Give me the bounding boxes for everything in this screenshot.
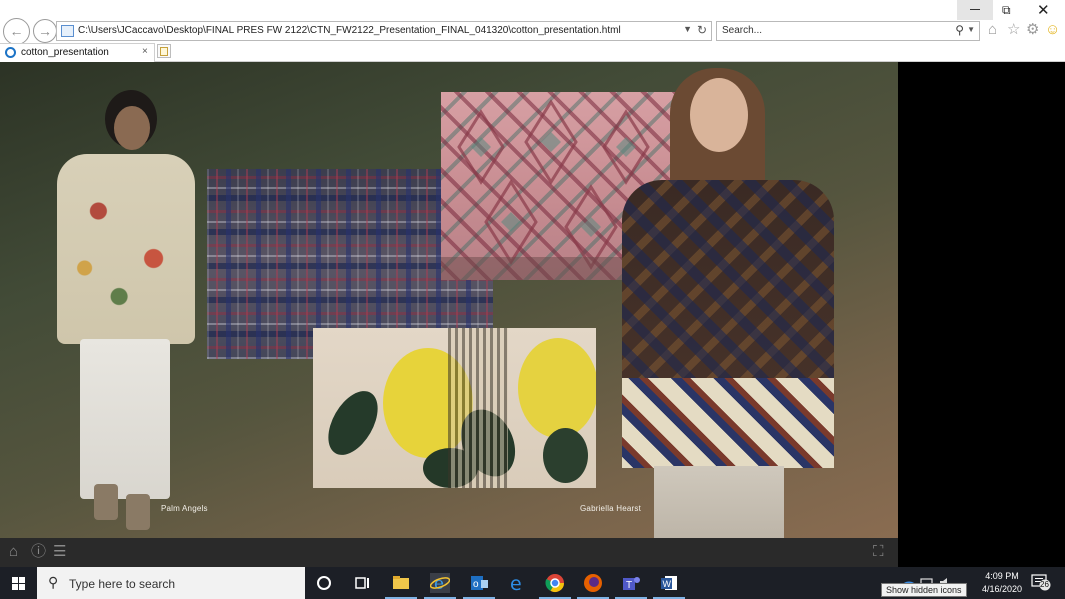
right-boot — [126, 494, 150, 530]
left-boot — [94, 484, 118, 520]
chrome-icon[interactable] — [539, 573, 571, 599]
cortana-icon[interactable] — [314, 573, 334, 593]
search-box[interactable]: Search... ⚲ ▼ — [716, 21, 980, 41]
home-icon[interactable]: ⌂ — [988, 21, 997, 39]
arrow-left-icon: ← — [9, 23, 24, 39]
feedback-smiley-icon[interactable]: ☺ — [1045, 21, 1060, 39]
svg-text:W: W — [663, 579, 672, 589]
edge-icon[interactable]: e — [507, 573, 527, 595]
model-palm-angels — [50, 84, 200, 532]
address-dropdown-icon[interactable]: ▼ — [683, 24, 692, 34]
caption-palm-angels: Palm Angels — [161, 504, 208, 513]
clock-time: 4:09 PM — [985, 571, 1019, 581]
floral-knit-swatch — [313, 328, 596, 488]
forward-button[interactable]: → — [33, 19, 57, 43]
fullscreen-icon[interactable]: ⛶ — [873, 544, 884, 559]
settings-gear-icon[interactable]: ⚙ — [1026, 21, 1039, 39]
menu-icon[interactable]: ☰ — [53, 544, 66, 559]
model-gabriella-hearst — [622, 68, 837, 538]
coat-hem-pattern — [622, 378, 834, 468]
outlook-icon[interactable]: o — [463, 573, 495, 599]
restore-button[interactable]: ⧉ — [1002, 3, 1011, 18]
letterbox-right — [898, 62, 1065, 538]
svg-text:T: T — [626, 580, 632, 591]
presentation-slide: Palm Angels Gabriella Hearst — [0, 62, 898, 538]
new-tab-button[interactable] — [157, 44, 171, 58]
firefox-icon[interactable] — [577, 573, 609, 599]
home-icon[interactable]: ⌂ — [9, 544, 18, 559]
internet-explorer-icon[interactable]: e — [424, 573, 456, 599]
svg-text:e: e — [434, 574, 444, 593]
teams-icon[interactable]: T — [615, 573, 647, 599]
arrow-right-icon: → — [38, 23, 52, 39]
address-bar[interactable]: C:\Users\JCaccavo\Desktop\FINAL PRES FW … — [56, 21, 712, 41]
minimize-icon — [970, 9, 980, 10]
letterbox-bottom-right — [898, 538, 1065, 567]
close-window-button[interactable]: ✕ — [1037, 1, 1050, 19]
knit-trousers — [654, 466, 784, 538]
task-view-icon[interactable] — [352, 573, 372, 593]
stripe-panel — [448, 328, 508, 488]
info-icon[interactable]: ⓘ — [31, 544, 46, 559]
search-dropdown-icon[interactable]: ▼ — [967, 25, 975, 34]
word-icon[interactable]: W — [653, 573, 685, 599]
refresh-icon[interactable]: ↻ — [697, 23, 707, 37]
svg-text:e: e — [510, 573, 522, 593]
browser-chrome: ← → C:\Users\JCaccavo\Desktop\FINAL PRES… — [0, 0, 1065, 62]
show-hidden-icons-tooltip: Show hidden icons — [881, 583, 967, 597]
back-button[interactable]: ← — [3, 18, 30, 45]
viewer-toolbar: ⌂ ⓘ ☰ ⛶ — [0, 538, 898, 567]
favorites-star-icon[interactable]: ☆ — [1007, 21, 1020, 39]
clock-date: 4/16/2020 — [981, 584, 1023, 594]
tab-cotton-presentation[interactable]: cotton_presentation × — [0, 43, 155, 62]
svg-text:o: o — [473, 579, 479, 590]
address-url[interactable]: C:\Users\JCaccavo\Desktop\FINAL PRES FW … — [78, 25, 621, 36]
minimize-button[interactable] — [957, 0, 993, 20]
taskbar-search-placeholder: Type here to search — [69, 577, 176, 591]
caption-gabriella-hearst: Gabriella Hearst — [580, 504, 642, 513]
notification-count: 26 — [1040, 580, 1049, 589]
start-button[interactable] — [0, 567, 36, 599]
floral-jacket — [57, 154, 195, 344]
taskbar-search-input[interactable]: ⚲ Type here to search — [37, 567, 305, 599]
page-icon — [61, 25, 74, 37]
white-trousers — [80, 339, 170, 499]
ie-page-icon — [5, 47, 16, 58]
search-placeholder: Search... — [722, 25, 763, 36]
taskbar-clock[interactable]: 4:09 PM 4/16/2020 — [978, 570, 1026, 596]
notification-center-button[interactable]: 26 — [1031, 574, 1051, 591]
search-icon[interactable]: ⚲ — [955, 23, 964, 37]
search-icon: ⚲ — [48, 574, 59, 590]
file-explorer-icon[interactable] — [385, 573, 417, 599]
tab-title: cotton_presentation — [21, 47, 109, 58]
tab-close-icon[interactable]: × — [142, 46, 148, 57]
